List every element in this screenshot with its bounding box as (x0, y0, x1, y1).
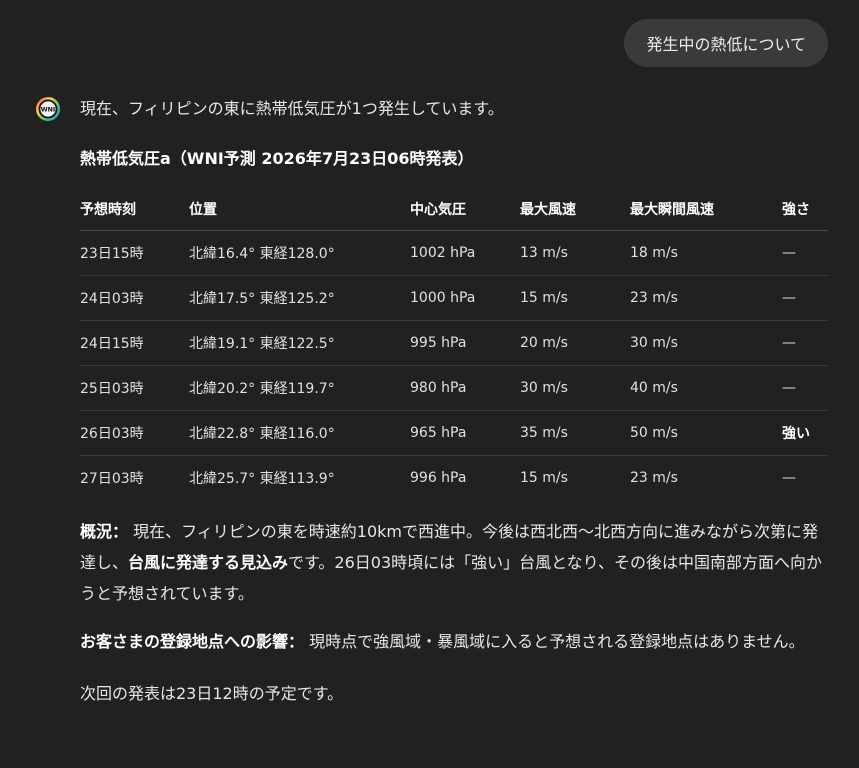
cell-intensity: — (782, 230, 828, 276)
cell-intensity: — (782, 365, 828, 411)
cell-max-gust: 18 m/s (630, 230, 782, 276)
cell-max-gust: 23 m/s (630, 470, 678, 486)
forecast-heading: 熱帯低気圧a（WNI予測 2026年7月23日06時発表） (80, 149, 474, 168)
cell-position: 北緯25.7° 東経113.9° (189, 471, 335, 487)
cell-max-gust: 23 m/s (630, 275, 782, 321)
table-row: 25日03時 北緯20.2° 東経119.7° 980 hPa 30 m/s 4… (80, 365, 828, 411)
cell-intensity: — (782, 320, 828, 366)
impact-label: お客さまの登録地点への影響： (80, 632, 305, 651)
cell-time: 24日15時 (80, 320, 189, 366)
cell-max-wind: 15 m/s (520, 275, 630, 321)
header-intensity: 強さ (782, 188, 828, 231)
forecast-table: 予想時刻 位置 中心気圧 最大風速 最大瞬間風速 強さ 23日15時 北緯16.… (80, 188, 828, 500)
intro-text: 現在、フィリピンの東に熱帯低気圧が1つ発生しています。 (80, 99, 504, 118)
cell-max-gust: 30 m/s (630, 320, 782, 366)
cell-time: 23日15時 (80, 230, 189, 276)
svg-text:WNI: WNI (41, 107, 56, 114)
cell-max-wind: 35 m/s (520, 410, 630, 456)
overview-label: 概況： (80, 522, 129, 541)
cell-position: 北緯19.1° 東経122.5° (189, 320, 410, 366)
cell-intensity: — (782, 470, 796, 486)
header-max-gust: 最大瞬間風速 (630, 188, 782, 231)
overview-emphasis: 台風に発達する見込み (128, 553, 289, 572)
table-row: 26日03時 北緯22.8° 東経116.0° 965 hPa 35 m/s 5… (80, 410, 828, 456)
impact-paragraph: お客さまの登録地点への影響： 現時点で強風域・暴風域に入ると予想される登録地点は… (80, 626, 828, 657)
cell-pressure: 980 hPa (410, 365, 520, 411)
header-position: 位置 (189, 188, 410, 231)
cell-intensity: — (782, 275, 828, 321)
impact-text: 現時点で強風域・暴風域に入ると予想される登録地点はありません。 (309, 632, 805, 651)
cell-max-wind: 13 m/s (520, 230, 630, 276)
cell-pressure: 1002 hPa (410, 230, 520, 276)
cell-position: 北緯22.8° 東経116.0° (189, 410, 410, 456)
cell-pressure: 1000 hPa (410, 275, 520, 321)
table-row: 27日03時 北緯25.7° 東経113.9° 996 hPa 15 m/s 2… (80, 456, 828, 501)
cell-pressure: 995 hPa (410, 320, 520, 366)
cell-position: 北緯16.4° 東経128.0° (189, 230, 410, 276)
cell-time: 27日03時 (80, 471, 144, 487)
wni-logo-icon: WNI (35, 96, 61, 122)
cell-time: 26日03時 (80, 410, 189, 456)
cell-position: 北緯17.5° 東経125.2° (189, 275, 410, 321)
table-header-row: 予想時刻 位置 中心気圧 最大風速 最大瞬間風速 強さ (80, 188, 828, 231)
cell-position: 北緯20.2° 東経119.7° (189, 365, 410, 411)
assistant-message: 現在、フィリピンの東に熱帯低気圧が1つ発生しています。 熱帯低気圧a（WNI予測… (80, 96, 828, 709)
cell-time: 25日03時 (80, 365, 189, 411)
header-central-pressure: 中心気圧 (410, 188, 520, 231)
cell-max-wind: 20 m/s (520, 320, 630, 366)
header-max-wind: 最大風速 (520, 188, 630, 231)
cell-pressure: 996 hPa (410, 470, 467, 486)
cell-max-gust: 50 m/s (630, 410, 782, 456)
cell-max-wind: 15 m/s (520, 470, 568, 486)
table-row: 24日15時 北緯19.1° 東経122.5° 995 hPa 20 m/s 3… (80, 320, 828, 366)
user-message-bubble: 発生中の熱低について (624, 19, 828, 67)
cell-pressure: 965 hPa (410, 410, 520, 456)
cell-intensity: 強い (782, 410, 828, 456)
header-forecast-time: 予想時刻 (80, 188, 189, 231)
cell-max-wind: 30 m/s (520, 365, 630, 411)
overview-paragraph: 概況： 現在、フィリピンの東を時速約10kmで西進中。今後は西北西〜北西方向に進… (80, 516, 828, 609)
cell-max-gust: 40 m/s (630, 365, 782, 411)
table-row: 23日15時 北緯16.4° 東経128.0° 1002 hPa 13 m/s … (80, 230, 828, 276)
next-announcement: 次回の発表は23日12時の予定です。 (80, 684, 344, 703)
table-row: 24日03時 北緯17.5° 東経125.2° 1000 hPa 15 m/s … (80, 275, 828, 321)
cell-time: 24日03時 (80, 275, 189, 321)
